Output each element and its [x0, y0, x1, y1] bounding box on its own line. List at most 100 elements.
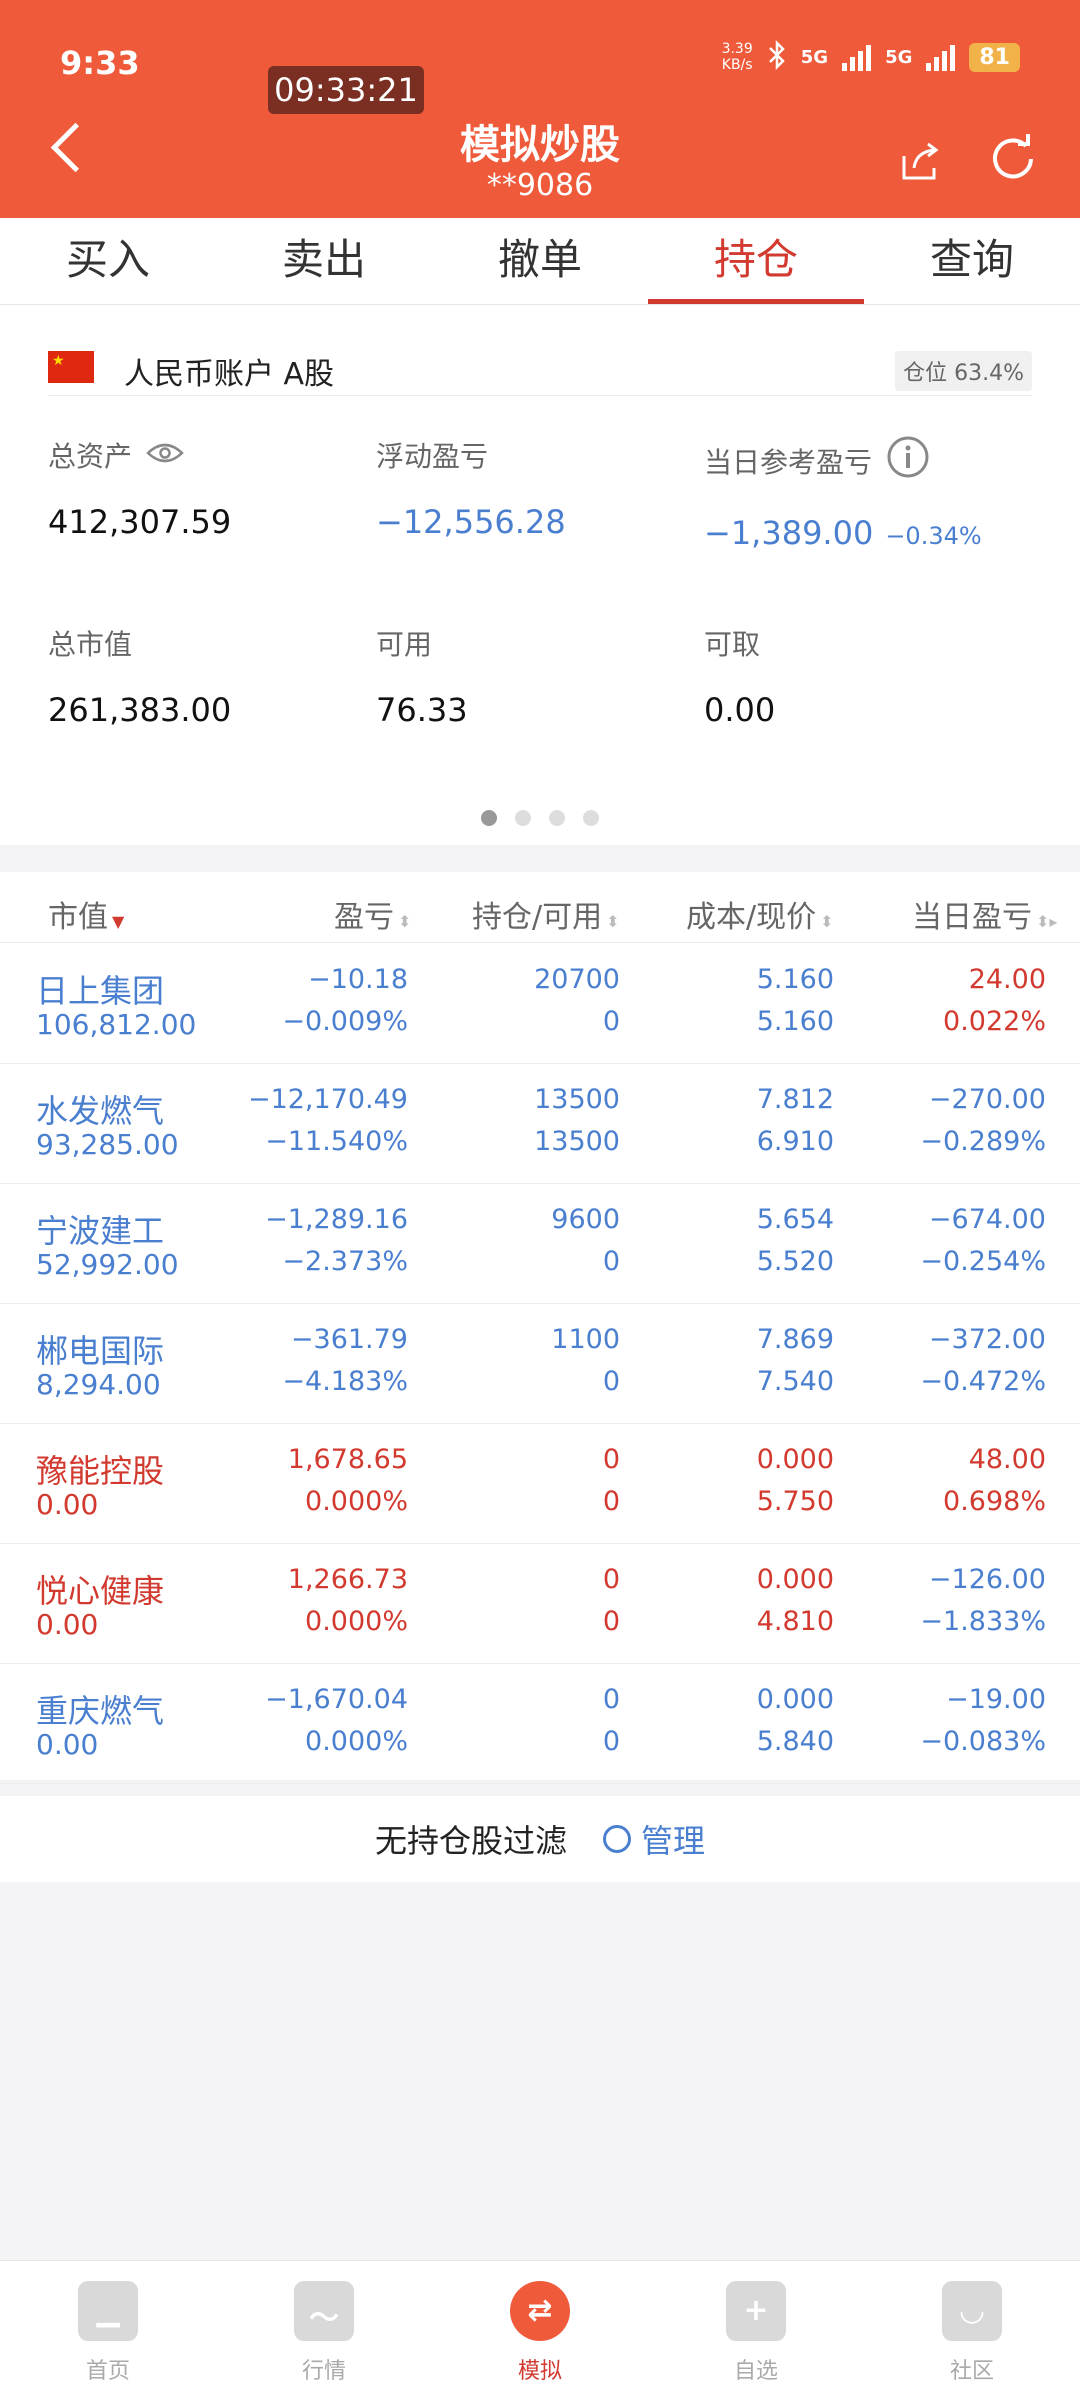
- status-bar-right: 3.39 KB/s 5G 5G 81: [722, 39, 1020, 74]
- table-row[interactable]: 日上集团 106,812.00 −10.18 −0.009% 20700 0 5.160 5.…: [0, 944, 1080, 1064]
- home-icon: ▁: [78, 2281, 138, 2341]
- stock-pl: 1,678.65: [287, 1444, 408, 1475]
- column-header-day-pl[interactable]: 当日盈亏 ⬍▸: [912, 892, 1057, 936]
- stock-price: 4.810: [756, 1606, 834, 1637]
- table-row[interactable]: 悦心健康 0.00 1,266.73 0.000% 0 0 0.000 4.810 −126.0…: [0, 1544, 1080, 1664]
- stock-day-pl-pct: −0.472%: [920, 1366, 1046, 1397]
- nav-watchlist[interactable]: + 自选: [648, 2261, 864, 2401]
- stock-day-pl-pct: 0.022%: [943, 1006, 1046, 1037]
- no-position-filter[interactable]: 无持仓股过滤: [375, 1816, 567, 1862]
- share-icon[interactable]: [898, 140, 942, 188]
- table-body: 日上集团 106,812.00 −10.18 −0.009% 20700 0 5.160 5.…: [0, 944, 1080, 1784]
- chart-icon: 〜: [294, 2281, 354, 2341]
- table-row[interactable]: 水发燃气 93,285.00 −12,170.49 −11.540% 13500 1350…: [0, 1064, 1080, 1184]
- stock-pl: −12,170.49: [247, 1084, 408, 1115]
- settings-icon: [603, 1825, 631, 1853]
- stock-cost: 7.812: [756, 1084, 834, 1115]
- stock-day-pl: −674.00: [928, 1204, 1046, 1235]
- column-header-pl[interactable]: 盈亏 ⬍: [334, 892, 411, 936]
- stock-price: 6.910: [756, 1126, 834, 1157]
- stock-market-value: 8,294.00: [36, 1368, 161, 1401]
- total-assets: 总资产 412,307.59: [48, 439, 232, 541]
- stock-cost: 0.000: [756, 1684, 834, 1715]
- floating-pl: 浮动盈亏 −12,556.28: [376, 440, 566, 541]
- stock-position: 1100: [551, 1324, 620, 1355]
- stock-day-pl: 24.00: [968, 964, 1046, 995]
- tab-positions[interactable]: 持仓: [648, 218, 864, 304]
- table-row[interactable]: 重庆燃气 0.00 −1,670.04 0.000% 0 0 0.000 5.840 −19.0…: [0, 1664, 1080, 1784]
- stock-market-value: 0.00: [36, 1608, 99, 1641]
- account-row[interactable]: ★ 人民币账户 A股 仓位 63.4%: [48, 327, 1032, 396]
- tab-query[interactable]: 查询: [864, 218, 1080, 304]
- page-dot[interactable]: [515, 810, 531, 826]
- nav-home[interactable]: ▁ 首页: [0, 2261, 216, 2401]
- stock-pl-pct: −2.373%: [282, 1246, 408, 1277]
- community-icon: ◡: [942, 2281, 1002, 2341]
- stock-pl: 1,266.73: [287, 1564, 408, 1595]
- nav-community[interactable]: ◡ 社区: [864, 2261, 1080, 2401]
- tab-sell[interactable]: 卖出: [216, 218, 432, 304]
- page-dot[interactable]: [481, 810, 497, 826]
- column-header-cost-price[interactable]: 成本/现价 ⬍: [686, 892, 834, 936]
- stock-day-pl: −126.00: [928, 1564, 1046, 1595]
- column-header-market-value[interactable]: 市值 ▼: [48, 892, 124, 936]
- stock-market-value: 93,285.00: [36, 1128, 179, 1161]
- page-dot[interactable]: [583, 810, 599, 826]
- stock-available: 0: [602, 1726, 620, 1757]
- tab-buy[interactable]: 买入: [0, 218, 216, 304]
- stock-pl-pct: 0.000%: [305, 1486, 408, 1517]
- stock-day-pl-pct: −0.289%: [920, 1126, 1046, 1157]
- stock-day-pl: 48.00: [968, 1444, 1046, 1475]
- column-header-position[interactable]: 持仓/可用 ⬍: [472, 892, 620, 936]
- stock-available: 0: [602, 1486, 620, 1517]
- stock-pl-pct: −0.009%: [282, 1006, 408, 1037]
- positions-table: 市值 ▼ 盈亏 ⬍ 持仓/可用 ⬍ 成本/现价 ⬍ 当日盈亏 ⬍▸ 日上集团 106,812…: [0, 872, 1080, 1784]
- stock-name: 日上集团: [36, 972, 165, 1010]
- stock-market-value: 106,812.00: [36, 1008, 197, 1041]
- stock-position: 9600: [551, 1204, 620, 1235]
- eye-icon[interactable]: [146, 439, 184, 472]
- bluetooth-icon: [767, 39, 787, 74]
- stock-cost: 5.160: [756, 964, 834, 995]
- table-row[interactable]: 豫能控股 0.00 1,678.65 0.000% 0 0 0.000 5.750 48.00 0…: [0, 1424, 1080, 1544]
- page-indicator: [0, 810, 1080, 830]
- table-row[interactable]: 宁波建工 52,992.00 −1,289.16 −2.373% 9600 0 5.654 5…: [0, 1184, 1080, 1304]
- tab-cancel[interactable]: 撤单: [432, 218, 648, 304]
- stock-price: 5.750: [756, 1486, 834, 1517]
- stock-available: 0: [602, 1606, 620, 1637]
- stock-position: 20700: [534, 964, 620, 995]
- stock-price: 5.520: [756, 1246, 834, 1277]
- stock-name: 豫能控股: [36, 1452, 165, 1490]
- manage-button[interactable]: 管理: [603, 1816, 705, 1862]
- stock-cost: 0.000: [756, 1444, 834, 1475]
- stock-day-pl-pct: 0.698%: [943, 1486, 1046, 1517]
- day-reference-pl: 当日参考盈亏 −1,389.00 −0.34%: [704, 435, 982, 552]
- stock-price: 5.840: [756, 1726, 834, 1757]
- nav-market[interactable]: 〜行情: [216, 2261, 432, 2401]
- stock-pl: −361.79: [290, 1324, 408, 1355]
- stock-name: 水发燃气: [36, 1092, 165, 1130]
- stock-cost: 5.654: [756, 1204, 834, 1235]
- stock-pl-pct: 0.000%: [305, 1726, 408, 1757]
- stock-day-pl: −372.00: [928, 1324, 1046, 1355]
- exchange-icon: ⇄: [510, 2281, 570, 2341]
- stock-market-value: 52,992.00: [36, 1248, 179, 1281]
- stock-cost: 7.869: [756, 1324, 834, 1355]
- table-header: 市值 ▼ 盈亏 ⬍ 持仓/可用 ⬍ 成本/现价 ⬍ 当日盈亏 ⬍▸: [0, 872, 1080, 943]
- stock-day-pl-pct: −0.254%: [920, 1246, 1046, 1277]
- stock-available: 0: [602, 1366, 620, 1397]
- stock-available: 0: [602, 1246, 620, 1277]
- status-time: 9:33: [60, 44, 140, 82]
- stock-pl-pct: −11.540%: [265, 1126, 408, 1157]
- stock-market-value: 0.00: [36, 1728, 99, 1761]
- stock-day-pl-pct: −1.833%: [920, 1606, 1046, 1637]
- stock-position: 0: [602, 1444, 620, 1475]
- stock-pl: −1,670.04: [265, 1684, 408, 1715]
- info-icon[interactable]: [886, 435, 930, 486]
- signal-bars-icon: [926, 43, 956, 71]
- nav-simulate[interactable]: ⇄ 模拟: [432, 2261, 648, 2401]
- stock-market-value: 0.00: [36, 1488, 99, 1521]
- page-dot[interactable]: [549, 810, 565, 826]
- table-row[interactable]: 郴电国际 8,294.00 −361.79 −4.183% 1100 0 7.869 7.54…: [0, 1304, 1080, 1424]
- refresh-icon[interactable]: [986, 132, 1040, 190]
